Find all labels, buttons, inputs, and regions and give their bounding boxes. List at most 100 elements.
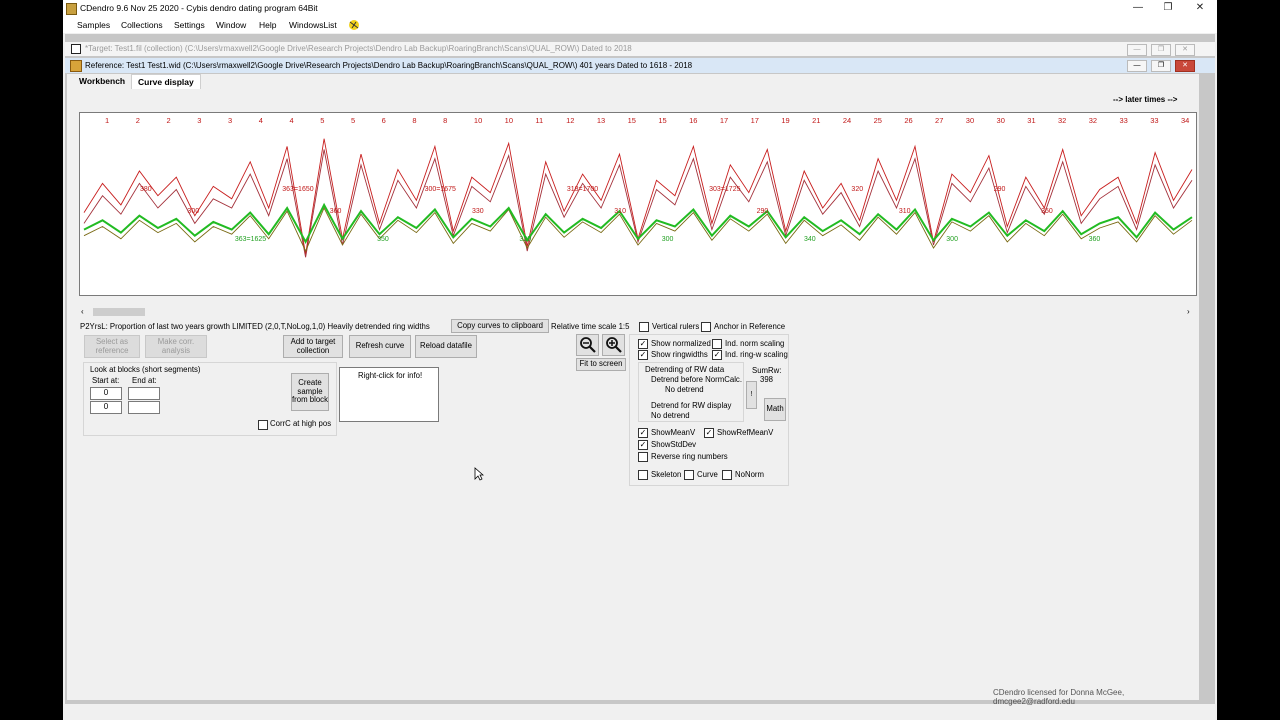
- skeleton-checkbox[interactable]: [638, 470, 648, 480]
- curve-annotation-label: 350: [1041, 208, 1053, 215]
- target-restore-button[interactable]: ❐: [1151, 44, 1171, 56]
- tab-workbench[interactable]: Workbench: [73, 74, 131, 88]
- blocks-group: Look at blocks (short segments) Start at…: [83, 362, 337, 436]
- show-normalized-checkbox[interactable]: ✓: [638, 339, 648, 349]
- reference-window-icon: [70, 60, 82, 72]
- detrend-toggle-button[interactable]: !: [746, 381, 757, 409]
- info-box[interactable]: Right-click for info!: [339, 367, 439, 422]
- ring-number-label: 32: [1058, 116, 1066, 125]
- ring-number-label: 15: [628, 116, 636, 125]
- end-at-label: End at:: [132, 376, 157, 385]
- show-stddev-label: ShowStdDev: [651, 440, 697, 449]
- refresh-curve-button[interactable]: Refresh curve: [349, 335, 411, 358]
- detrend-display-label: Detrend for RW display: [651, 401, 732, 410]
- curve-chart[interactable]: 1 2 2 3 3 4 4 5 5 6 8 8 10 10 11 12 13 15 15 16 17 17 19 21 24 25…: [80, 113, 1196, 295]
- menu-windowslist[interactable]: WindowsList: [289, 20, 337, 30]
- select-as-reference-button[interactable]: Select as reference: [84, 335, 140, 358]
- reverse-ring-numbers-checkbox[interactable]: [638, 452, 648, 462]
- ring-number-label: 27: [935, 116, 943, 125]
- reference-minimize-button[interactable]: —: [1127, 60, 1147, 72]
- fit-to-screen-button[interactable]: Fit to screen: [576, 358, 626, 371]
- curve-annotation-label: 310: [899, 208, 911, 215]
- plot-scrollbar[interactable]: ‹ ›: [79, 307, 1195, 318]
- curve-annotation-label: 360: [330, 208, 342, 215]
- show-meanv-checkbox[interactable]: ✓: [638, 428, 648, 438]
- start-at-input-2[interactable]: 0: [90, 401, 122, 414]
- app-window: CDendro 9.6 Nov 25 2020 - Cybis dendro d…: [63, 0, 1217, 720]
- ring-number-label: 2: [136, 116, 140, 125]
- create-sample-from-block-button[interactable]: Create sample from block: [291, 373, 329, 411]
- math-button[interactable]: Math: [764, 398, 786, 421]
- ring-number-label: 4: [289, 116, 293, 125]
- ring-number-label: 33: [1150, 116, 1158, 125]
- anchor-reference-label: Anchor in Reference: [714, 322, 786, 331]
- ring-number-label: 31: [1027, 116, 1035, 125]
- restore-button[interactable]: ❐: [1153, 0, 1183, 16]
- scroll-left-arrow-icon[interactable]: ‹: [81, 307, 84, 316]
- target-window-bar[interactable]: *Target: Test1.fil (collection) (C:\User…: [65, 42, 1215, 56]
- menu-collections[interactable]: Collections: [121, 20, 163, 30]
- curve-annotation-label: 320: [851, 186, 863, 193]
- ring-number-label: 11: [535, 116, 543, 125]
- anchor-reference-checkbox[interactable]: [701, 322, 711, 332]
- nonorm-label: NoNorm: [735, 470, 765, 479]
- ring-number-label: 12: [566, 116, 574, 125]
- curve-annotation-label: 300=1675: [425, 186, 456, 193]
- end-at-input-1[interactable]: [128, 387, 160, 400]
- menu-settings[interactable]: Settings: [174, 20, 205, 30]
- reload-datafile-button[interactable]: Reload datafile: [415, 335, 477, 358]
- make-corr-analysis-button[interactable]: Make corr. analysis: [145, 335, 207, 358]
- show-stddev-checkbox[interactable]: ✓: [638, 440, 648, 450]
- start-at-input-1[interactable]: 0: [90, 387, 122, 400]
- show-refmeanv-checkbox[interactable]: ✓: [704, 428, 714, 438]
- curve-checkbox[interactable]: [684, 470, 694, 480]
- ring-number-label: 33: [1120, 116, 1128, 125]
- ring-number-label: 24: [843, 116, 851, 125]
- copy-curves-button[interactable]: Copy curves to clipboard: [451, 319, 549, 333]
- scroll-right-arrow-icon[interactable]: ›: [1187, 307, 1190, 316]
- show-ringwidths-checkbox[interactable]: ✓: [638, 350, 648, 360]
- license-status: CDendro licensed for Donna McGee, dmcgee…: [993, 688, 1125, 706]
- end-at-input-2[interactable]: [128, 401, 160, 414]
- corrc-high-pos-checkbox[interactable]: [258, 420, 268, 430]
- zoom-in-button[interactable]: [602, 334, 625, 356]
- info-box-text: Right-click for info!: [358, 371, 423, 380]
- app-icon: [66, 3, 77, 15]
- pointer-icon[interactable]: [347, 18, 361, 32]
- curve-annotation-label: 340: [804, 236, 816, 243]
- menu-samples[interactable]: Samples: [77, 20, 110, 30]
- detrending-group: Detrending of RW data Detrend before Nor…: [638, 362, 744, 422]
- scroll-thumb[interactable]: [93, 308, 145, 316]
- ind-norm-scaling-checkbox[interactable]: [712, 339, 722, 349]
- curve-annotation-label: 303=1725: [709, 186, 740, 193]
- ring-number-label: 5: [351, 116, 355, 125]
- vertical-rulers-checkbox[interactable]: [639, 322, 649, 332]
- show-refmeanv-label: ShowRefMeanV: [717, 428, 774, 437]
- show-normalized-label: Show normalized: [651, 339, 711, 348]
- reference-restore-button[interactable]: ❐: [1151, 60, 1171, 72]
- tab-curve-display[interactable]: Curve display: [131, 74, 201, 89]
- target-close-button[interactable]: ✕: [1175, 44, 1195, 56]
- target-window-icon: [71, 44, 81, 54]
- menu-window[interactable]: Window: [216, 20, 246, 30]
- ring-number-label: 30: [966, 116, 974, 125]
- later-times-link[interactable]: --> later times -->: [1113, 95, 1177, 104]
- reference-close-button[interactable]: ✕: [1175, 60, 1195, 72]
- ind-ringw-scaling-checkbox[interactable]: ✓: [712, 350, 722, 360]
- reference-window-bar[interactable]: Reference: Test1 Test1.wid (C:\Users\rma…: [65, 58, 1215, 73]
- minimize-button[interactable]: —: [1123, 0, 1153, 16]
- curve-plot[interactable]: 1 2 2 3 3 4 4 5 5 6 8 8 10 10 11 12 13 15 15 16 17 17 19 21 24 25…: [79, 112, 1197, 296]
- zoom-out-icon: [579, 337, 596, 353]
- zoom-out-button[interactable]: [576, 334, 599, 356]
- target-minimize-button[interactable]: —: [1127, 44, 1147, 56]
- nonorm-checkbox[interactable]: [722, 470, 732, 480]
- ind-norm-scaling-label: Ind. norm scaling: [725, 339, 785, 348]
- curve-annotation-label: 310: [614, 208, 626, 215]
- add-to-target-collection-button[interactable]: Add to target collection: [283, 335, 343, 358]
- menu-help[interactable]: Help: [259, 20, 276, 30]
- detrend-display-value[interactable]: No detrend: [651, 411, 690, 420]
- ring-number-label: 8: [412, 116, 416, 125]
- menu-bar: Samples Collections Settings Window Help…: [63, 17, 1217, 33]
- close-button[interactable]: ✕: [1185, 0, 1215, 16]
- detrend-before-value[interactable]: No detrend: [665, 385, 704, 394]
